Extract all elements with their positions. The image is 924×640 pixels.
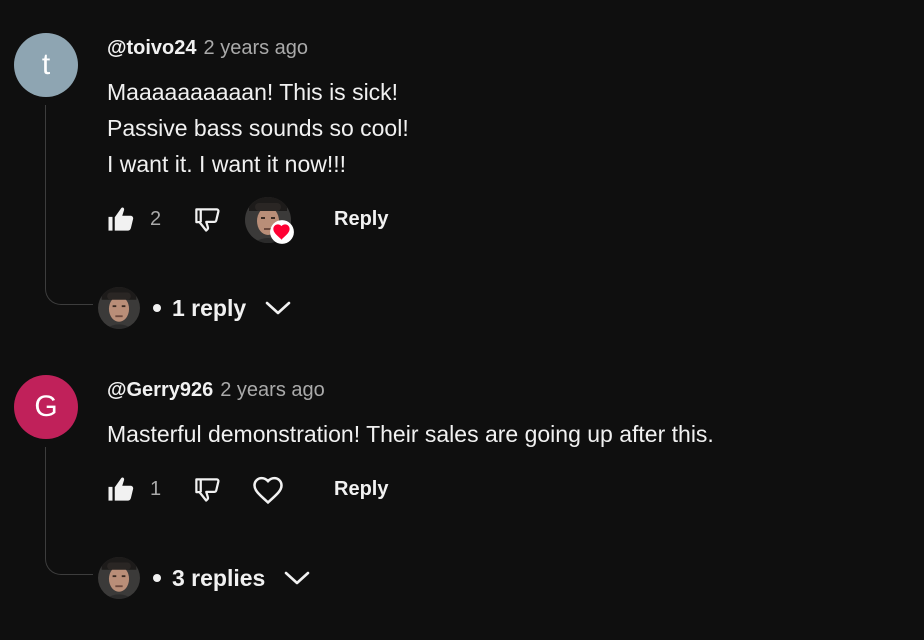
comment-text: Maaaaaaaaaan! This is sick! Passive bass… — [107, 74, 409, 182]
like-count: 2 — [150, 208, 162, 230]
chevron-down-icon — [285, 571, 310, 585]
thumb-up-icon — [108, 477, 134, 501]
like-button[interactable] — [104, 474, 138, 506]
comment-line: Passive bass sounds so cool! — [107, 115, 409, 141]
comment-header: @Gerry926 2 years ago — [107, 378, 325, 402]
creator-reply-avatar — [98, 287, 140, 329]
comment-line: I want it. I want it now!!! — [107, 151, 347, 177]
comment-line: Masterful demonstration! Their sales are… — [107, 421, 714, 447]
comment-header: @toivo24 2 years ago — [107, 36, 308, 60]
heart-icon — [253, 476, 283, 505]
avatar-letter: t — [41, 48, 51, 81]
thumb-down-icon — [195, 478, 220, 502]
like-button[interactable] — [104, 204, 138, 236]
like-count: 1 — [150, 478, 162, 500]
separator-dot — [153, 574, 161, 582]
author-avatar[interactable]: t — [14, 33, 78, 97]
comment-actions: 2 Reply — [104, 196, 424, 244]
comment-time[interactable]: 2 years ago — [220, 378, 325, 402]
creator-heart[interactable] — [244, 196, 294, 244]
view-replies-button[interactable]: 3 replies — [98, 556, 311, 600]
thumb-up-icon — [108, 207, 134, 231]
heart-icon — [270, 220, 294, 244]
comment-actions: 1 Reply — [104, 466, 424, 514]
thread-connector — [45, 105, 93, 305]
creator-avatar — [245, 197, 294, 244]
comment-text: Masterful demonstration! Their sales are… — [107, 416, 714, 452]
comment-time[interactable]: 2 years ago — [204, 36, 309, 60]
reply-button[interactable]: Reply — [334, 478, 388, 501]
dislike-button[interactable] — [190, 204, 224, 236]
chevron-down-icon — [265, 301, 291, 315]
avatar-letter: G — [34, 390, 58, 423]
separator-dot — [153, 304, 161, 312]
view-replies-button[interactable]: 1 reply — [98, 286, 292, 330]
dislike-button[interactable] — [190, 474, 224, 506]
comments-section: t @toivo24 2 years ago Maaaaaaaaaan! Thi… — [0, 0, 924, 640]
creator-reply-avatar — [98, 557, 140, 599]
replies-count-label[interactable]: 3 replies — [172, 565, 265, 592]
author-name[interactable]: @Gerry926 — [107, 378, 213, 402]
author-name[interactable]: @toivo24 — [107, 36, 197, 60]
thread-connector — [45, 447, 93, 575]
thumb-down-icon — [195, 208, 220, 232]
reply-button[interactable]: Reply — [334, 208, 388, 231]
replies-count-label[interactable]: 1 reply — [172, 295, 246, 322]
comment-line: Maaaaaaaaaan! This is sick! — [107, 79, 399, 105]
author-avatar[interactable]: G — [14, 375, 78, 439]
heart-button[interactable] — [244, 466, 292, 514]
